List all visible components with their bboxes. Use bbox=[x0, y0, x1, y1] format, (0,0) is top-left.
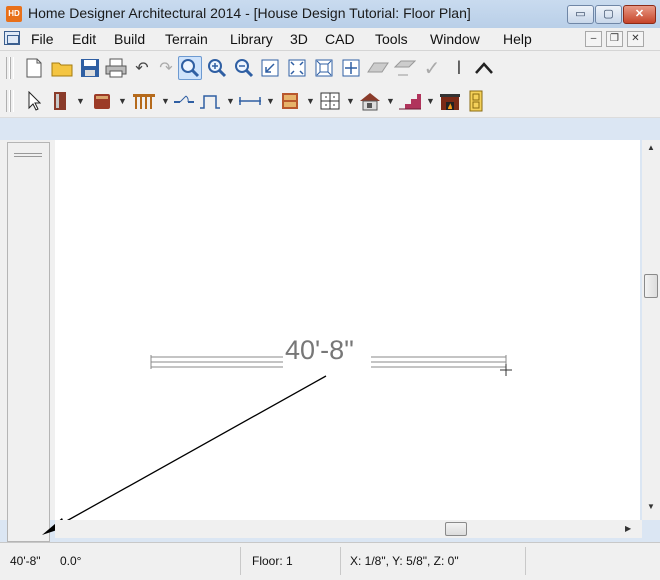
status-bar: 40'-8" 0.0° Floor: 1 X: 1/8", Y: 5/8", Z… bbox=[0, 542, 660, 580]
dropdown-arrow-icon[interactable]: ▼ bbox=[226, 96, 235, 106]
text-tools-icon[interactable] bbox=[464, 89, 488, 113]
toolbar-grip[interactable] bbox=[10, 57, 14, 79]
dropdown-arrow-icon[interactable]: ▼ bbox=[426, 96, 435, 106]
menu-3d[interactable]: 3D bbox=[290, 31, 308, 47]
roof-tools-icon[interactable] bbox=[358, 89, 382, 113]
undo-icon[interactable]: ↶ bbox=[130, 56, 154, 80]
app-window: HD Home Designer Architectural 2014 - [H… bbox=[0, 0, 660, 580]
stair-tools-icon[interactable] bbox=[398, 89, 422, 113]
mdi-restore-button[interactable]: ❐ bbox=[606, 31, 623, 47]
dropdown-arrow-icon[interactable]: ▼ bbox=[306, 96, 315, 106]
menu-window[interactable]: Window bbox=[430, 31, 480, 47]
zoom-out-icon[interactable] bbox=[232, 56, 256, 80]
mdi-minimize-button[interactable]: – bbox=[585, 31, 602, 47]
checkmark-icon[interactable]: ✓ bbox=[420, 56, 444, 80]
vertical-ruler[interactable] bbox=[7, 142, 50, 542]
dimension-tools-icon[interactable] bbox=[238, 89, 262, 113]
fill-window-icon[interactable] bbox=[285, 56, 309, 80]
menu-build[interactable]: Build bbox=[114, 31, 145, 47]
menu-bar: File Edit Build Terrain Library 3D CAD T… bbox=[0, 28, 660, 51]
toolbar-grip[interactable] bbox=[10, 90, 14, 112]
status-divider bbox=[525, 547, 526, 575]
menu-tools[interactable]: Tools bbox=[375, 31, 408, 47]
zoom-icon[interactable] bbox=[178, 56, 202, 80]
pan-icon[interactable] bbox=[339, 56, 363, 80]
standard-toolbar: ↶ ↷ ✓ ǀ bbox=[0, 51, 660, 85]
print-icon[interactable] bbox=[104, 56, 128, 80]
status-coordinates: X: 1/8", Y: 5/8", Z: 0" bbox=[350, 554, 459, 568]
zoom-in-icon[interactable] bbox=[205, 56, 229, 80]
close-button[interactable]: ✕ bbox=[623, 5, 656, 24]
fill-window-building-icon[interactable] bbox=[312, 56, 336, 80]
undo-zoom-icon[interactable] bbox=[258, 56, 282, 80]
dropdown-arrow-icon[interactable]: ▼ bbox=[346, 96, 355, 106]
railing-tools-icon[interactable] bbox=[132, 89, 156, 113]
fireplace-tools-icon[interactable] bbox=[438, 89, 462, 113]
mdi-close-button[interactable]: ✕ bbox=[627, 31, 644, 47]
dropdown-arrow-icon[interactable]: ▼ bbox=[161, 96, 170, 106]
window-title: Home Designer Architectural 2014 - [Hous… bbox=[28, 5, 471, 21]
open-folder-icon[interactable] bbox=[50, 56, 74, 80]
menu-terrain[interactable]: Terrain bbox=[165, 31, 208, 47]
status-floor: Floor: 1 bbox=[252, 554, 293, 568]
scroll-right-icon[interactable]: ▶ bbox=[625, 524, 631, 533]
vertical-scrollbar[interactable]: ▲ ▼ bbox=[642, 140, 660, 520]
floor-down-icon[interactable] bbox=[393, 56, 417, 80]
maximize-button[interactable]: ▢ bbox=[595, 5, 622, 24]
menu-library[interactable]: Library bbox=[230, 31, 273, 47]
scroll-up-icon[interactable]: ▲ bbox=[647, 143, 655, 152]
document-window-icon[interactable] bbox=[4, 31, 20, 45]
window-tools-icon[interactable] bbox=[198, 89, 222, 113]
menu-cad[interactable]: CAD bbox=[325, 31, 355, 47]
horizontal-scrollbar[interactable]: ▶ bbox=[55, 520, 642, 538]
title-bar[interactable]: HD Home Designer Architectural 2014 - [H… bbox=[0, 0, 660, 28]
dropdown-arrow-icon[interactable]: ▼ bbox=[266, 96, 275, 106]
horizontal-scroll-thumb[interactable] bbox=[445, 522, 467, 536]
new-document-icon[interactable] bbox=[22, 56, 46, 80]
library-tools-icon[interactable] bbox=[318, 89, 342, 113]
menu-file[interactable]: File bbox=[31, 31, 54, 47]
home-designer-app-icon[interactable]: HD bbox=[6, 6, 22, 22]
scroll-down-icon[interactable]: ▼ bbox=[647, 502, 655, 511]
dimension-label[interactable]: 40'-8" bbox=[285, 335, 354, 366]
select-objects-icon[interactable] bbox=[22, 89, 46, 113]
vertical-scroll-thumb[interactable] bbox=[644, 274, 658, 298]
menu-help[interactable]: Help bbox=[503, 31, 532, 47]
room-tools-icon[interactable] bbox=[278, 89, 302, 113]
redo-icon[interactable]: ↷ bbox=[154, 56, 178, 80]
cabinet-tools-icon[interactable] bbox=[90, 89, 114, 113]
line-icon[interactable]: ǀ bbox=[447, 56, 471, 80]
minimize-button[interactable]: ▭ bbox=[567, 5, 594, 24]
status-divider bbox=[340, 547, 341, 575]
status-length: 40'-8" bbox=[10, 554, 41, 568]
tools-toolbar: ▼ ▼ ▼ ▼ ▼ ▼ ▼ ▼ ▼ bbox=[0, 84, 660, 118]
dropdown-arrow-icon[interactable]: ▼ bbox=[76, 96, 85, 106]
dropdown-arrow-icon[interactable]: ▼ bbox=[118, 96, 127, 106]
floor-plan-canvas[interactable] bbox=[55, 140, 640, 520]
up-arrow-icon[interactable] bbox=[472, 56, 496, 80]
dropdown-arrow-icon[interactable]: ▼ bbox=[386, 96, 395, 106]
wall-tools-icon[interactable] bbox=[48, 89, 72, 113]
door-tools-icon[interactable] bbox=[172, 89, 196, 113]
status-divider bbox=[240, 547, 241, 575]
floor-up-icon[interactable] bbox=[366, 56, 390, 80]
menu-edit[interactable]: Edit bbox=[72, 31, 96, 47]
save-icon[interactable] bbox=[78, 56, 102, 80]
status-angle: 0.0° bbox=[60, 554, 82, 568]
